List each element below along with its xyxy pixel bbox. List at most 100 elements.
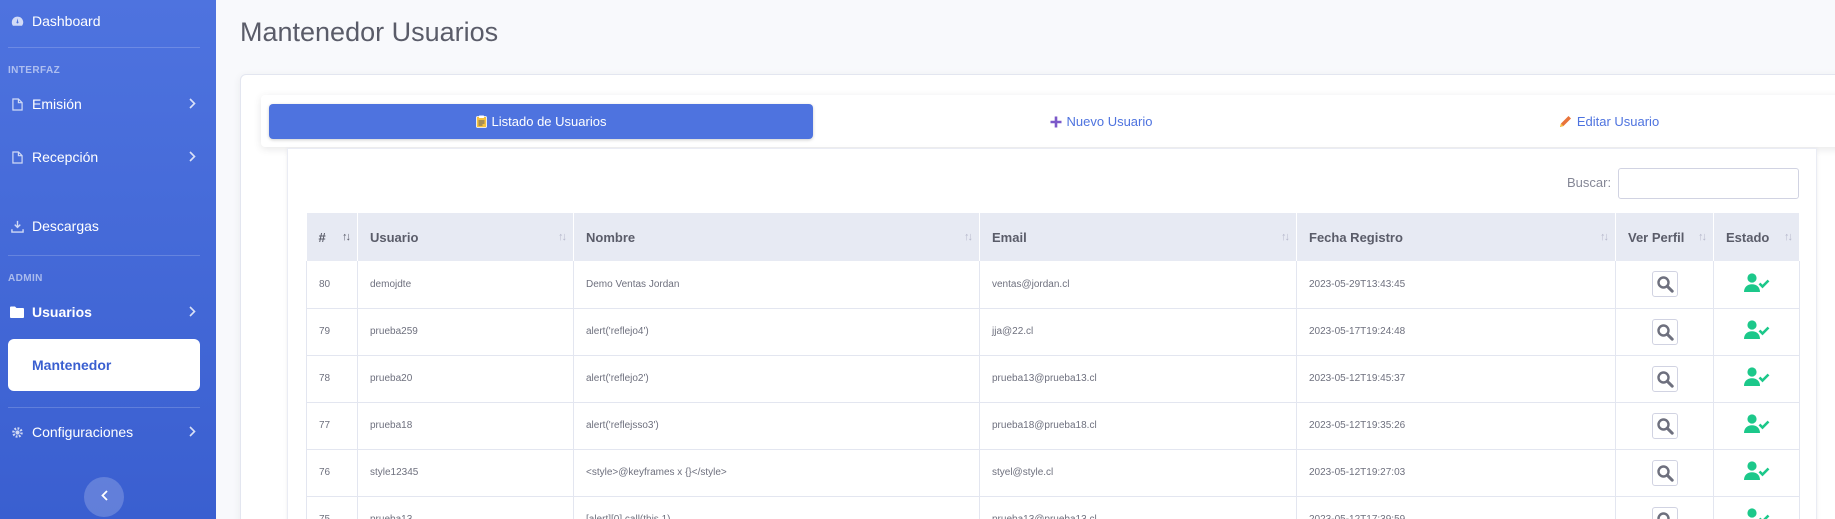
cell-estado [1713, 308, 1800, 355]
cell-fecha: 2023-05-12T19:27:03 [1296, 449, 1616, 496]
page-title: Mantenedor Usuarios [240, 17, 499, 47]
column-header-nombre[interactable]: Nombre ↑↓ [573, 213, 980, 261]
clipboard-icon [475, 115, 487, 128]
chevron-left-icon [100, 488, 108, 506]
view-profile-button[interactable] [1651, 506, 1678, 519]
cell-id: 80 [306, 261, 358, 308]
search-icon [1656, 511, 1670, 519]
chevron-right-icon [189, 149, 196, 165]
sidebar-item-label: Emisión [32, 96, 82, 112]
cell-fecha: 2023-05-29T13:43:45 [1296, 261, 1616, 308]
tab-label: Listado de Usuarios [491, 114, 607, 129]
cell-id: 78 [306, 355, 358, 402]
search-icon [1656, 276, 1674, 293]
cell-email: styel@style.cl [979, 449, 1297, 496]
column-header-id[interactable]: # ↑↓ [306, 213, 358, 261]
view-profile-button[interactable] [1651, 271, 1678, 298]
cell-fecha: 2023-05-12T17:39:59 [1296, 496, 1616, 519]
cell-nombre: alert('reflejsso3') [573, 402, 980, 449]
sort-icon: ↑↓ [1698, 231, 1707, 243]
plus-icon [1050, 116, 1062, 128]
tab-listado-usuarios[interactable]: Listado de Usuarios [269, 104, 813, 139]
cell-id: 76 [306, 449, 358, 496]
sort-icon: ↑↓ [342, 231, 351, 243]
view-profile-button[interactable] [1651, 318, 1678, 345]
tab-editar-usuario[interactable]: Editar Usuario [1389, 104, 1829, 139]
cell-id: 75 [306, 496, 358, 519]
gear-icon [8, 426, 26, 439]
sidebar-item-descargas[interactable]: Descargas [0, 215, 216, 237]
sidebar-heading-interfaz: INTERFAZ [8, 65, 61, 76]
cell-fecha: 2023-05-17T19:24:48 [1296, 308, 1616, 355]
cell-estado [1713, 402, 1800, 449]
search-icon [1656, 323, 1674, 341]
sidebar-item-label: Usuarios [32, 304, 92, 320]
file-icon [8, 150, 26, 164]
dashboard-icon [8, 15, 26, 28]
tab-label: Editar Usuario [1576, 114, 1660, 129]
cell-email: ventas@jordan.cl [979, 261, 1297, 308]
cell-estado [1713, 261, 1800, 308]
sidebar-item-emision[interactable]: Emisión [0, 93, 216, 115]
sidebar-item-dashboard[interactable]: Dashboard [0, 10, 216, 32]
user-check-icon[interactable] [1743, 414, 1770, 437]
user-check-icon[interactable] [1743, 367, 1770, 390]
table-header-row: # ↑↓ Usuario ↑↓ Nombre ↑↓ Email ↑↓ Fecha Reg… [306, 213, 1800, 261]
user-check-icon[interactable] [1743, 320, 1770, 343]
chevron-right-icon [189, 424, 196, 440]
folder-icon [8, 306, 26, 318]
cell-usuario: prueba18 [357, 402, 574, 449]
tab-nuevo-usuario[interactable]: Nuevo Usuario [829, 104, 1373, 139]
column-header-fecha-registro[interactable]: Fecha Registro ↑↓ [1296, 213, 1616, 261]
sidebar-toggle-button[interactable] [84, 477, 124, 517]
cell-usuario: demojdte [357, 261, 574, 308]
sidebar-item-usuarios[interactable]: Usuarios [0, 301, 216, 323]
cell-id: 77 [306, 402, 358, 449]
sidebar-heading-admin: ADMIN [8, 273, 43, 284]
cell-usuario: prueba13 [357, 496, 574, 519]
sidebar-item-recepcion[interactable]: Recepción [0, 146, 216, 168]
user-check-icon[interactable] [1743, 461, 1770, 484]
cell-usuario: style12345 [357, 449, 574, 496]
search-icon [1656, 464, 1674, 482]
sort-icon: ↑↓ [1281, 231, 1290, 243]
column-header-usuario[interactable]: Usuario ↑↓ [357, 213, 574, 261]
cell-email: jja@22.cl [979, 308, 1297, 355]
cell-estado [1713, 355, 1800, 402]
chevron-right-icon [189, 96, 196, 112]
view-profile-button[interactable] [1651, 365, 1678, 392]
cell-usuario: prueba20 [357, 355, 574, 402]
sidebar-subitem-label: Mantenedor [32, 357, 112, 373]
tab-bar: Listado de Usuarios Nuevo Usuario Editar… [261, 95, 1835, 147]
column-header-email[interactable]: Email ↑↓ [979, 213, 1297, 261]
cell-fecha: 2023-05-12T19:35:26 [1296, 402, 1616, 449]
cell-email: prueba13@prueba13.cl [979, 496, 1297, 519]
sort-icon: ↑↓ [558, 231, 567, 243]
sidebar-subitem-mantenedor[interactable]: Mantenedor [8, 339, 200, 391]
pencil-icon [1559, 115, 1572, 128]
cell-nombre: <style>@keyframes x {}</style> [573, 449, 980, 496]
search-icon [1656, 370, 1674, 388]
download-icon [8, 220, 26, 233]
cell-ver-perfil [1615, 355, 1714, 402]
table-row: 80 demojdte Demo Ventas Jordan ventas@jo… [306, 261, 1800, 308]
table-row: 77 prueba18 alert('reflejsso3') prueba18… [306, 402, 1800, 449]
sort-icon: ↑↓ [1600, 231, 1609, 243]
cell-ver-perfil [1615, 496, 1714, 519]
view-profile-button[interactable] [1651, 459, 1678, 486]
cell-email: prueba18@prueba18.cl [979, 402, 1297, 449]
search-icon [1656, 417, 1674, 435]
sidebar-item-label: Dashboard [32, 13, 101, 29]
column-header-ver-perfil[interactable]: Ver Perfil ↑↓ [1615, 213, 1714, 261]
column-header-estado[interactable]: Estado ↑↓ [1713, 213, 1800, 261]
view-profile-button[interactable] [1651, 412, 1678, 439]
cell-ver-perfil [1615, 449, 1714, 496]
search-input[interactable] [1618, 168, 1799, 199]
cell-nombre: alert('reflejo4') [573, 308, 980, 355]
sidebar-item-configuraciones[interactable]: Configuraciones [0, 421, 216, 443]
table-row: 78 prueba20 alert('reflejo2') prueba13@p… [306, 355, 1800, 402]
sidebar-item-label: Descargas [32, 218, 99, 234]
user-check-icon[interactable] [1743, 273, 1770, 296]
cell-nombre: [alert][0].call(this,1) [573, 496, 980, 519]
sort-icon: ↑↓ [964, 231, 973, 243]
